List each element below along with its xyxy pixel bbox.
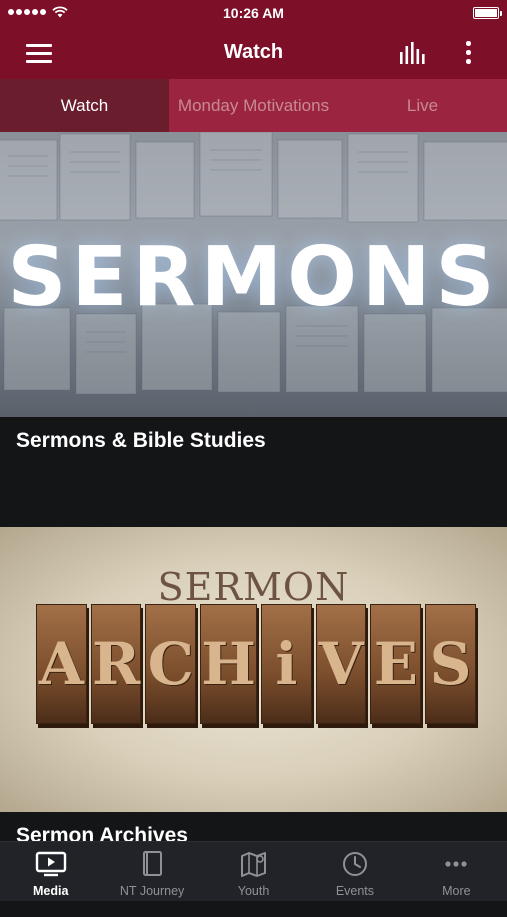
nav-label: Events [335, 884, 375, 898]
status-time: 10:26 AM [223, 5, 284, 21]
letter-block: R [90, 604, 142, 724]
tab-live[interactable]: Live [338, 79, 507, 132]
nav-item-more[interactable]: More [406, 842, 507, 901]
book-icon [143, 851, 163, 876]
tab-bar: Watch Monday Motivations Live [0, 79, 507, 132]
letter-block: H [200, 604, 258, 724]
tab-monday-motivations[interactable]: Monday Motivations [169, 79, 338, 132]
archives-letter-blocks: A R C H i V E S [36, 604, 476, 724]
clock-icon [342, 852, 367, 876]
map-icon [240, 852, 266, 877]
letter-block: V [315, 604, 367, 724]
nav-item-events[interactable]: Events [304, 842, 405, 901]
sermons-image-text: SERMONS [7, 230, 500, 325]
sermon-archives-image: SERMON A R C H i V E S [0, 527, 507, 812]
battery-icon [473, 7, 502, 19]
card-title: Sermons & Bible Studies [16, 429, 266, 452]
nav-label: More [442, 884, 471, 898]
nav-label: Media [32, 884, 69, 898]
sermon-image-text: SERMON [157, 565, 350, 609]
letter-block: S [425, 604, 476, 724]
media-icon [35, 851, 66, 877]
sermons-card[interactable]: SERMONS Sermons & Bible Studies [0, 132, 507, 522]
nav-label: Youth [237, 884, 270, 898]
equalizer-icon [400, 42, 425, 64]
letter-block: A [36, 604, 87, 724]
nav-label: NT Journey [119, 884, 185, 898]
page-title: Watch [223, 41, 284, 63]
status-bar: 10:26 AM [0, 0, 507, 27]
letter-block: C [145, 604, 197, 724]
sermons-image: SERMONS [0, 132, 507, 417]
nav-item-media[interactable]: Media [0, 842, 101, 901]
more-dots-icon [445, 861, 467, 867]
overflow-menu-button[interactable] [458, 39, 478, 67]
nav-item-youth[interactable]: Youth [203, 842, 304, 901]
app-bar: Watch [0, 27, 507, 79]
sermons-caption: Sermons & Bible Studies [0, 417, 507, 522]
letter-block: E [370, 604, 422, 724]
audio-button[interactable] [399, 40, 429, 66]
tab-watch[interactable]: Watch [0, 79, 169, 132]
nav-item-nt-journey[interactable]: NT Journey [101, 842, 202, 901]
bottom-navigation: Media NT Journey Youth Events More [0, 841, 507, 901]
letter-block: i [261, 604, 312, 724]
